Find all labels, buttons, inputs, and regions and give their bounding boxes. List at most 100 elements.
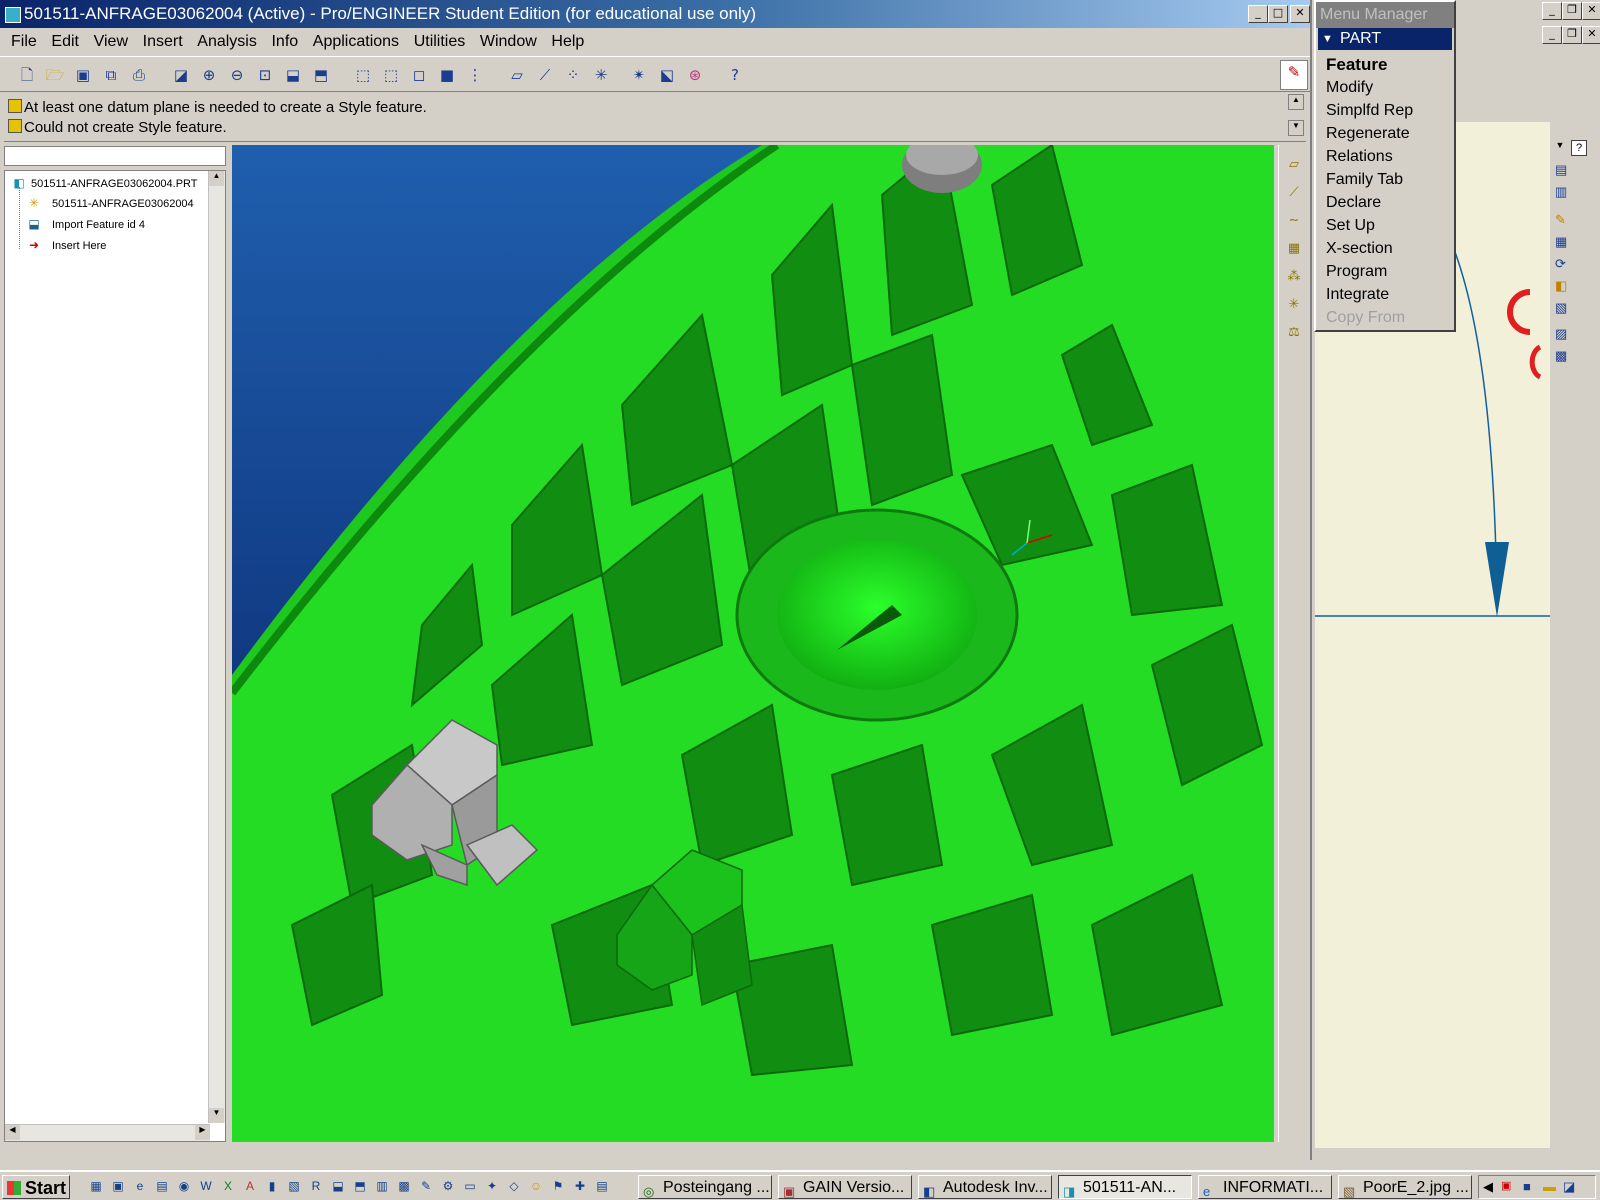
wireframe-icon[interactable]: ⬚	[352, 64, 374, 86]
datum-plane-tool-icon[interactable]: ▱	[1284, 155, 1304, 175]
tree-item-insert-here[interactable]: ➜ Insert Here	[29, 237, 106, 255]
quicklaunch-icon[interactable]: ▣	[110, 1178, 126, 1194]
tool-icon[interactable]: ⟳	[1555, 256, 1566, 272]
quicklaunch-icon[interactable]: ◇	[506, 1178, 522, 1194]
network-icon[interactable]: ■	[1523, 1179, 1531, 1194]
task-posteingang[interactable]: ◎ Posteingang ...	[638, 1175, 772, 1199]
save-icon[interactable]: ▣	[72, 64, 94, 86]
new-file-icon[interactable]: 🗋	[16, 64, 38, 86]
tool-icon[interactable]: ▨	[1555, 326, 1567, 342]
graphics-viewport[interactable]	[232, 145, 1274, 1142]
menu-view[interactable]: View	[94, 28, 128, 56]
quicklaunch-icon[interactable]: ⬒	[352, 1178, 368, 1194]
mm-modify[interactable]: Modify	[1326, 76, 1373, 99]
tree-item-csys[interactable]: ✳ 501511-ANFRAGE03062004	[29, 195, 194, 213]
menu-section-part[interactable]: ▼ PART	[1318, 28, 1452, 50]
task-gain-version[interactable]: ▣ GAIN Versio...	[778, 1175, 912, 1199]
task-poore-jpg[interactable]: ▧ PoorE_2.jpg ...	[1338, 1175, 1472, 1199]
quicklaunch-icon[interactable]: R	[308, 1178, 324, 1194]
analysis-tool-icon[interactable]: ⚖	[1284, 323, 1304, 343]
scroll-up-icon[interactable]: ▲	[1288, 94, 1304, 110]
quicklaunch-icon[interactable]: ✎	[418, 1178, 434, 1194]
quicklaunch-icon[interactable]: ▤	[594, 1178, 610, 1194]
mm-feature[interactable]: Feature	[1326, 53, 1387, 76]
help-icon[interactable]: ?	[1571, 140, 1587, 156]
quicklaunch-icon[interactable]: A	[242, 1178, 258, 1194]
no-hidden-icon[interactable]: ◻	[408, 64, 430, 86]
tool-icon[interactable]: ✎	[1555, 212, 1566, 228]
menu-applications[interactable]: Applications	[313, 28, 399, 56]
orient-icon[interactable]: ⬓	[282, 64, 304, 86]
tool-icon[interactable]: ▥	[1555, 184, 1567, 200]
mm-simplfd-rep[interactable]: Simplfd Rep	[1326, 99, 1413, 122]
mm-declare[interactable]: Declare	[1326, 191, 1381, 214]
menu-info[interactable]: Info	[271, 28, 298, 56]
spin-center-icon[interactable]: ✴	[628, 64, 650, 86]
datum-axes-icon[interactable]: ⟋	[534, 64, 556, 86]
tool-icon[interactable]: ▩	[1555, 348, 1567, 364]
sketch-pen-icon[interactable]: ✎	[1280, 60, 1308, 90]
task-proengineer[interactable]: ◨ 501511-AN...	[1058, 1175, 1192, 1199]
quicklaunch-icon[interactable]: ▥	[374, 1178, 390, 1194]
close-icon[interactable]: ✕	[1582, 26, 1600, 44]
tool-icon[interactable]: ▦	[1555, 234, 1567, 250]
menu-file[interactable]: File	[11, 28, 37, 56]
datum-point-tool-icon[interactable]: ⁂	[1284, 267, 1304, 287]
datum-points-icon[interactable]: ⁘	[562, 64, 584, 86]
select-icon[interactable]: ⬕	[656, 64, 678, 86]
print-icon[interactable]: ⎙	[128, 64, 150, 86]
quicklaunch-icon[interactable]: ▮	[264, 1178, 280, 1194]
mm-regenerate[interactable]: Regenerate	[1326, 122, 1410, 145]
quicklaunch-icon[interactable]: ✦	[484, 1178, 500, 1194]
quicklaunch-icon[interactable]: ◉	[176, 1178, 192, 1194]
quicklaunch-icon[interactable]: ⚙	[440, 1178, 456, 1194]
quicklaunch-icon[interactable]: ▭	[462, 1178, 478, 1194]
mm-program[interactable]: Program	[1326, 260, 1387, 283]
zoom-in-icon[interactable]: ⊕	[198, 64, 220, 86]
tool-icon[interactable]: ▧	[1555, 300, 1567, 316]
menu-insert[interactable]: Insert	[143, 28, 183, 56]
quicklaunch-icon[interactable]: ▩	[396, 1178, 412, 1194]
minimize-icon[interactable]: _	[1542, 26, 1562, 44]
task-autodesk-inventor[interactable]: ◧ Autodesk Inv...	[918, 1175, 1052, 1199]
tool-icon[interactable]: ◧	[1555, 278, 1567, 294]
maximize-icon[interactable]: □	[1268, 5, 1288, 23]
csys-tool-icon[interactable]: ✳	[1284, 295, 1304, 315]
quicklaunch-icon[interactable]: ▤	[154, 1178, 170, 1194]
menu-analysis[interactable]: Analysis	[197, 28, 257, 56]
tool-icon[interactable]: ▤	[1555, 162, 1567, 178]
tray-icon[interactable]: ▬	[1543, 1179, 1556, 1194]
refit-icon[interactable]: ⊡	[254, 64, 276, 86]
mm-x-section[interactable]: X-section	[1326, 237, 1393, 260]
scroll-up-icon[interactable]: ▲	[209, 171, 224, 186]
tree-horizontal-scrollbar[interactable]: ◀ ▶	[5, 1124, 210, 1141]
quicklaunch-icon[interactable]: X	[220, 1178, 236, 1194]
restore-icon[interactable]: ❐	[1562, 26, 1582, 44]
quicklaunch-icon[interactable]: ⚑	[550, 1178, 566, 1194]
scroll-down-icon[interactable]: ▼	[1288, 120, 1304, 136]
datum-planes-icon[interactable]: ▱	[506, 64, 528, 86]
model-tree-icon[interactable]: ⋮	[464, 64, 486, 86]
task-informati[interactable]: e INFORMATI...	[1198, 1175, 1332, 1199]
open-folder-icon[interactable]: 🗁	[44, 64, 66, 86]
close-icon[interactable]: ✕	[1290, 5, 1310, 23]
coordinate-systems-icon[interactable]: ✳	[590, 64, 612, 86]
scroll-right-icon[interactable]: ▶	[195, 1125, 210, 1140]
menu-help[interactable]: Help	[551, 28, 584, 56]
volume-icon[interactable]: ◀	[1483, 1179, 1493, 1195]
quicklaunch-icon[interactable]: ▦	[88, 1178, 104, 1194]
repaint-icon[interactable]: ◪	[170, 64, 192, 86]
menu-edit[interactable]: Edit	[51, 28, 79, 56]
hidden-line-icon[interactable]: ⬚	[380, 64, 402, 86]
shading-icon[interactable]: ■	[436, 64, 458, 86]
mm-relations[interactable]: Relations	[1326, 145, 1393, 168]
dropdown-icon[interactable]: ▼	[1553, 140, 1567, 154]
quicklaunch-icon[interactable]: W	[198, 1178, 214, 1194]
tree-item-import-feature[interactable]: ⬓ Import Feature id 4	[28, 216, 145, 234]
close-icon[interactable]: ✕	[1582, 2, 1600, 20]
save-copy-icon[interactable]: ⧉	[100, 64, 122, 86]
zoom-out-icon[interactable]: ⊖	[226, 64, 248, 86]
minimize-icon[interactable]: _	[1542, 2, 1562, 20]
mm-family-tab[interactable]: Family Tab	[1326, 168, 1403, 191]
tree-item-part[interactable]: ◧ 501511-ANFRAGE03062004.PRT	[13, 175, 197, 193]
